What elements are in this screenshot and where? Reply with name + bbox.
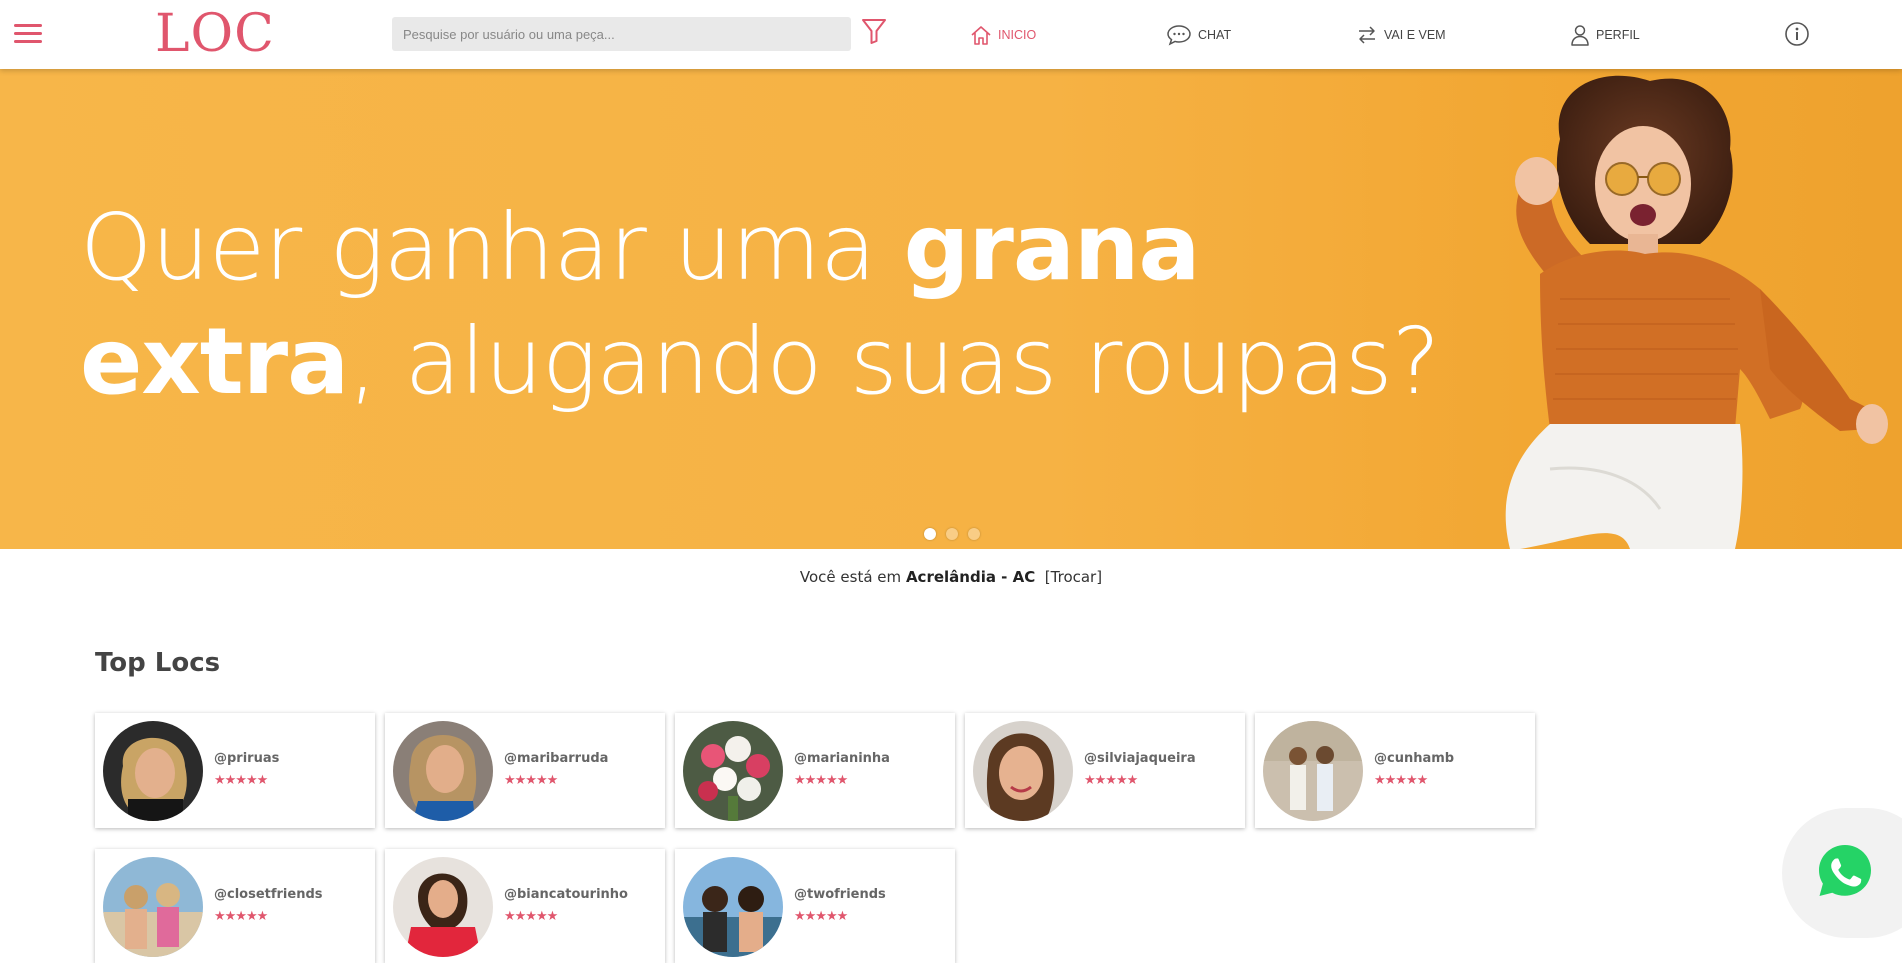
avatar: [393, 721, 493, 821]
user-card[interactable]: @marianinha ★★★★★: [675, 713, 955, 828]
filter-icon[interactable]: [861, 17, 887, 45]
location-city: Acrelândia - AC: [905, 568, 1036, 586]
nav-vai-e-vem[interactable]: VAI E VEM: [1356, 20, 1446, 50]
rating-stars: ★★★★★: [794, 773, 848, 788]
change-location-link[interactable]: [Trocar]: [1045, 568, 1102, 586]
user-card[interactable]: @priruas ★★★★★: [95, 713, 375, 828]
nav-perfil-label: PERFIL: [1596, 28, 1640, 42]
swap-arrows-icon: [1359, 26, 1375, 44]
section-title: Top Locs: [95, 648, 221, 678]
username: @biancatourinho: [504, 887, 628, 902]
rating-stars: ★★★★★: [504, 773, 558, 788]
username: @silviajaqueira: [1084, 751, 1196, 766]
chat-bubble-icon: [1167, 25, 1191, 46]
info-icon[interactable]: [1784, 21, 1810, 47]
location-prefix: Você está em: [799, 568, 902, 586]
user-card[interactable]: @closetfriends ★★★★★: [95, 849, 375, 963]
rating-stars: ★★★★★: [214, 773, 268, 788]
search-input[interactable]: [392, 17, 851, 51]
nav-inicio[interactable]: INICIO: [970, 20, 1036, 50]
rating-stars: ★★★★★: [1374, 773, 1428, 788]
avatar: [393, 857, 493, 957]
nav-inicio-label: INICIO: [998, 28, 1037, 42]
username: @twofriends: [794, 887, 886, 902]
hero-banner[interactable]: Quer ganhar uma grana extra, alugando su…: [0, 69, 1902, 549]
username: @priruas: [214, 751, 280, 766]
nav-vai-e-vem-label: VAI E VEM: [1384, 28, 1446, 42]
avatar: [683, 721, 783, 821]
rating-stars: ★★★★★: [1084, 773, 1138, 788]
hero-headline: Quer ganhar uma grana extra, alugando su…: [80, 194, 1440, 415]
avatar: [683, 857, 783, 957]
user-card[interactable]: @cunhamb ★★★★★: [1255, 713, 1535, 828]
rating-stars: ★★★★★: [794, 909, 848, 924]
avatar: [103, 857, 203, 957]
hero-model-image: [1505, 75, 1888, 549]
rating-stars: ★★★★★: [214, 909, 268, 924]
carousel-dots: [924, 528, 980, 540]
username: @closetfriends: [214, 887, 323, 902]
menu-icon[interactable]: [14, 22, 42, 46]
avatar: [1263, 721, 1363, 821]
user-card[interactable]: @maribarruda ★★★★★: [385, 713, 665, 828]
user-card[interactable]: @twofriends ★★★★★: [675, 849, 955, 963]
username: @maribarruda: [504, 751, 609, 766]
avatar: [973, 721, 1073, 821]
carousel-dot-3[interactable]: [968, 528, 980, 540]
top-navbar: LOC INICIO CHAT VAI E VEM PERFIL: [0, 0, 1902, 69]
location-line: Você está em Acrelândia - AC [Trocar]: [0, 568, 1902, 586]
home-icon: [971, 26, 991, 45]
user-icon: [1571, 25, 1589, 46]
user-card[interactable]: @silviajaqueira ★★★★★: [965, 713, 1245, 828]
logo[interactable]: LOC: [155, 4, 275, 64]
user-card[interactable]: @biancatourinho ★★★★★: [385, 849, 665, 963]
nav-chat[interactable]: CHAT: [1166, 20, 1231, 50]
carousel-dot-2[interactable]: [946, 528, 958, 540]
avatar: [103, 721, 203, 821]
nav-perfil[interactable]: PERFIL: [1570, 20, 1640, 50]
rating-stars: ★★★★★: [504, 909, 558, 924]
username: @marianinha: [794, 751, 890, 766]
nav-chat-label: CHAT: [1198, 28, 1232, 42]
whatsapp-icon[interactable]: [1816, 842, 1874, 900]
username: @cunhamb: [1374, 751, 1455, 766]
carousel-dot-1[interactable]: [924, 528, 936, 540]
